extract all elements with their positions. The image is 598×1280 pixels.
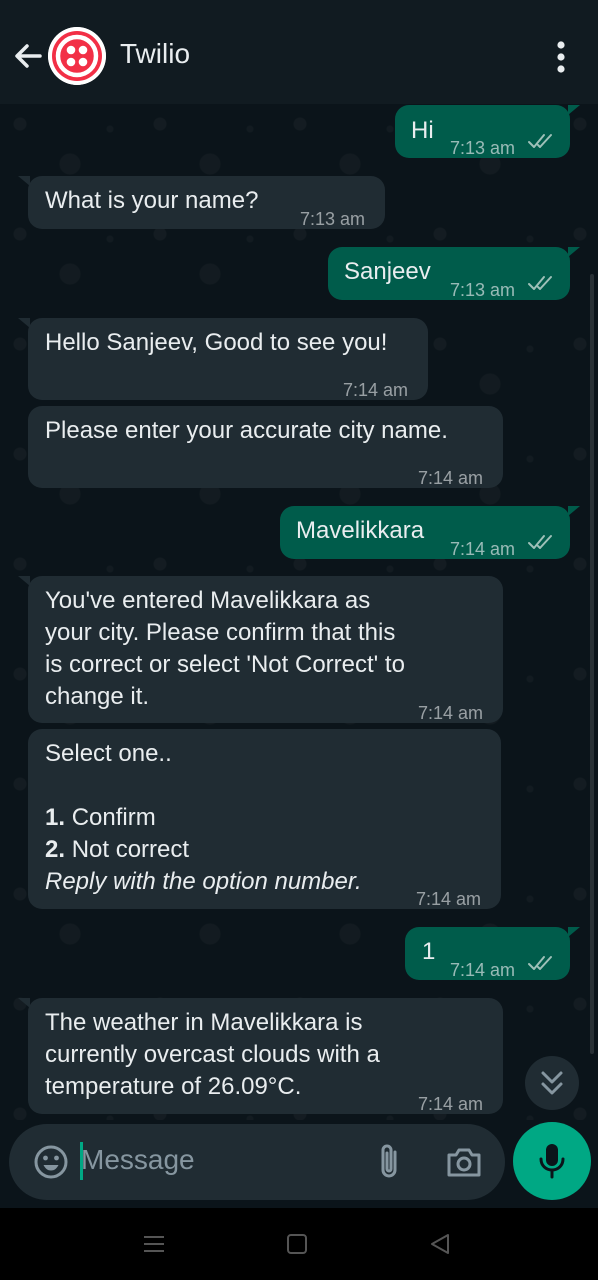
message-time: 7:14 am <box>416 889 482 909</box>
message-text: Sanjeev <box>344 258 431 285</box>
message-bubble-incoming[interactable]: What is your name? 7:13 am <box>18 176 385 229</box>
message-bubble-incoming[interactable]: Hello Sanjeev, Good to see you! 7:14 am <box>18 318 428 400</box>
message-time: 7:13 am <box>300 209 366 229</box>
options-title: Select one.. <box>45 740 172 767</box>
option-label: Not correct <box>71 836 190 863</box>
message-line: is correct or select 'Not Correct' to <box>45 651 405 678</box>
recent-apps-icon[interactable] <box>140 1230 168 1258</box>
chat-header: Twilio <box>0 0 598 104</box>
message-line: temperature of 26.09°C. <box>45 1073 302 1100</box>
twilio-logo-avatar[interactable] <box>48 27 106 85</box>
system-navigation-bar <box>0 1208 598 1280</box>
message-line: currently overcast clouds with a <box>45 1041 380 1068</box>
option-label: Confirm <box>71 804 156 831</box>
message-time: 7:14 am <box>418 1094 484 1114</box>
paperclip-icon[interactable] <box>375 1142 405 1182</box>
message-input[interactable]: Message <box>81 1144 195 1176</box>
message-text: Mavelikkara <box>296 517 425 544</box>
home-icon[interactable] <box>283 1230 311 1258</box>
message-bubble-incoming[interactable]: Select one.. 1. Confirm 2. Not correct R… <box>28 729 501 909</box>
double-check-icon <box>528 134 552 148</box>
message-time: 7:14 am <box>343 380 409 400</box>
option-number: 1. <box>45 804 66 831</box>
voice-message-button[interactable] <box>513 1122 591 1200</box>
camera-icon[interactable] <box>445 1144 483 1180</box>
message-time: 7:14 am <box>450 539 516 559</box>
option-item: 1. Confirm <box>45 802 362 834</box>
double-check-icon <box>528 956 552 970</box>
back-triangle-icon[interactable] <box>426 1230 454 1258</box>
double-chevron-down-icon <box>541 1071 563 1095</box>
scrollbar[interactable] <box>590 274 594 1054</box>
message-composer: Message <box>9 1124 505 1200</box>
scroll-to-bottom-button[interactable] <box>525 1056 579 1110</box>
microphone-icon <box>539 1144 565 1179</box>
contact-name[interactable]: Twilio <box>120 38 190 70</box>
message-text: 1 <box>422 938 436 965</box>
message-bubble-outgoing[interactable]: 1 7:14 am <box>405 927 580 980</box>
message-line: The weather in Mavelikkara is <box>45 1009 363 1036</box>
message-text: What is your name? <box>45 187 259 214</box>
double-check-icon <box>528 535 552 549</box>
message-text: The weather in Mavelikkara is currently … <box>45 1007 380 1103</box>
message-time: 7:13 am <box>450 280 516 300</box>
more-options-icon[interactable] <box>546 40 576 74</box>
message-text: Hello Sanjeev, Good to see you! <box>45 329 388 356</box>
back-arrow-icon[interactable] <box>10 38 46 74</box>
double-check-icon <box>528 276 552 290</box>
message-text: Please enter your accurate city name. <box>45 417 448 444</box>
message-bubble-outgoing[interactable]: Hi 7:13 am <box>395 105 580 158</box>
message-time: 7:13 am <box>450 138 516 158</box>
option-item: 2. Not correct <box>45 834 362 866</box>
message-time: 7:14 am <box>418 468 484 488</box>
message-text: You've entered Mavelikkara as your city.… <box>45 585 405 713</box>
message-list[interactable]: Hi 7:13 am What is your name? 7:13 am Sa… <box>0 104 598 1120</box>
message-text: Select one.. 1. Confirm 2. Not correct R… <box>45 738 362 898</box>
option-hint: Reply with the option number. <box>45 868 362 895</box>
message-time: 7:14 am <box>450 960 516 980</box>
message-text: Hi <box>411 117 434 144</box>
option-number: 2. <box>45 836 66 863</box>
message-bubble-outgoing[interactable]: Mavelikkara 7:14 am <box>280 506 580 559</box>
message-line: You've entered Mavelikkara as <box>45 587 371 614</box>
smiley-icon[interactable] <box>33 1144 69 1180</box>
message-time: 7:14 am <box>418 703 484 723</box>
message-bubble-incoming[interactable]: The weather in Mavelikkara is currently … <box>18 998 503 1114</box>
message-bubble-incoming[interactable]: Please enter your accurate city name. 7:… <box>28 406 503 488</box>
message-line: your city. Please confirm that this <box>45 619 396 646</box>
message-bubble-incoming[interactable]: You've entered Mavelikkara as your city.… <box>18 576 503 723</box>
message-line: change it. <box>45 683 150 710</box>
message-bubble-outgoing[interactable]: Sanjeev 7:13 am <box>328 247 580 300</box>
